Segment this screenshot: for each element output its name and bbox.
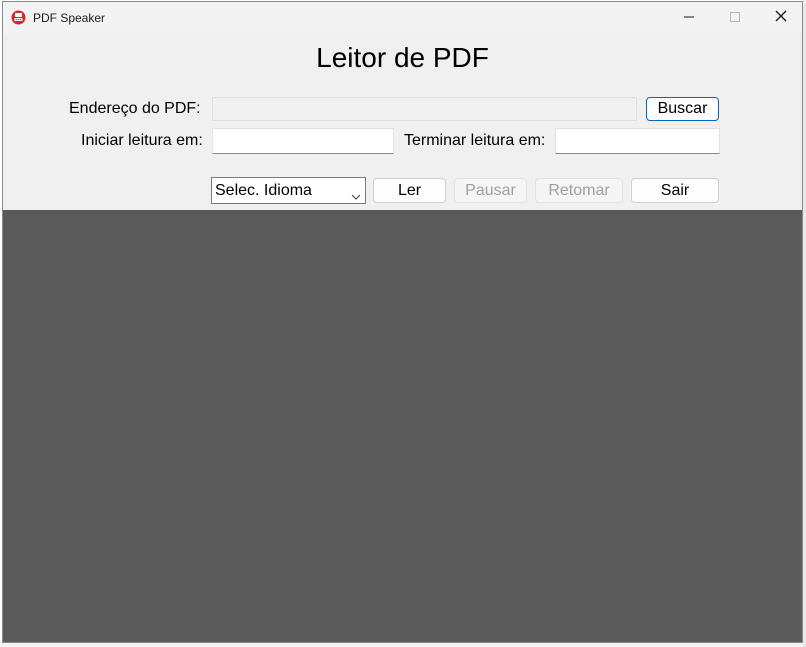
pdf-address-label: Endereço do PDF:	[69, 100, 201, 117]
maximize-icon	[730, 9, 740, 27]
end-reading-label: Terminar leitura em:	[404, 132, 546, 149]
pause-button[interactable]: Pausar	[454, 178, 527, 203]
app-window: PDF Speaker Leitor de PDF Endereço do PD…	[2, 1, 803, 643]
output-panel	[3, 210, 802, 642]
end-reading-field[interactable]	[555, 128, 720, 154]
start-reading-label: Iniciar leitura em:	[81, 132, 203, 149]
read-button[interactable]: Ler	[373, 178, 446, 203]
search-button[interactable]: Buscar	[646, 97, 719, 121]
page-title: Leitor de PDF	[316, 42, 489, 73]
title-bar[interactable]: PDF Speaker	[3, 2, 802, 34]
minimize-icon	[684, 9, 694, 27]
minimize-button[interactable]	[666, 2, 712, 34]
exit-button[interactable]: Sair	[631, 178, 719, 203]
app-icon	[11, 10, 26, 25]
start-reading-field[interactable]	[212, 128, 394, 154]
chevron-down-icon	[351, 187, 361, 205]
language-select-value: Selec. Idioma	[215, 181, 312, 199]
close-button[interactable]	[758, 2, 802, 34]
language-select[interactable]: Selec. Idioma	[211, 177, 366, 204]
window-title: PDF Speaker	[33, 11, 106, 25]
resume-button[interactable]: Retomar	[535, 178, 623, 203]
close-icon	[775, 9, 787, 27]
pdf-address-field[interactable]	[212, 97, 637, 121]
maximize-button[interactable]	[712, 2, 758, 34]
